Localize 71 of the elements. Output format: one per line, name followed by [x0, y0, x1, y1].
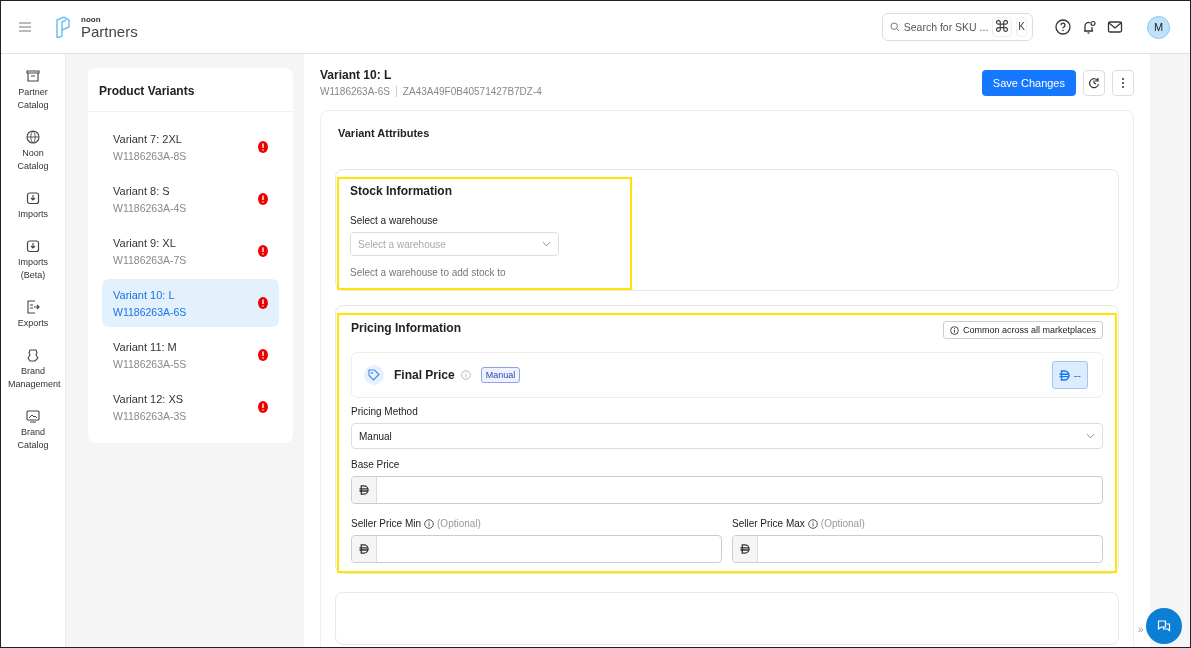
nav-icon[interactable] [26, 191, 40, 205]
optional-text: (Optional) [820, 518, 865, 529]
price-field[interactable] [351, 535, 722, 563]
sku-text: ZA43A49F0B40571427B7DZ-4 [395, 86, 542, 97]
nav-label[interactable]: Brand Catalog [8, 426, 58, 452]
mail-icon[interactable] [1107, 20, 1123, 34]
nav-icon[interactable] [26, 69, 40, 83]
variant-item[interactable]: Variant 8: S W1186263A-4S [102, 175, 279, 223]
avatar[interactable]: M [1147, 15, 1170, 39]
nav-label[interactable]: Noon Catalog [8, 147, 58, 173]
variant-item[interactable]: Variant 10: L W1186263A-6S [102, 279, 279, 327]
nav-label[interactable]: Imports (Beta) [8, 256, 58, 282]
variant-item[interactable]: Variant 9: XL W1186263A-7S [102, 227, 279, 275]
field-label: Seller Price Max [732, 518, 805, 529]
section-heading: Stock Information [350, 184, 453, 198]
panel-title: Product Variants [88, 68, 293, 112]
field-label: Base Price [351, 459, 401, 470]
tag-icon [364, 365, 384, 385]
nav-icon[interactable] [26, 348, 40, 362]
info-icon [424, 518, 435, 529]
nav-icon[interactable] [26, 239, 40, 253]
nav-label[interactable]: Exports [8, 317, 58, 330]
bell-icon[interactable] [1081, 19, 1097, 35]
search-field[interactable]: Search for SKU ... ⌘ K [881, 13, 1033, 41]
final-price-label: Final Price [394, 368, 455, 382]
info-icon [460, 370, 471, 380]
variant-title: Variant 10: L [320, 68, 393, 82]
more-icon [1121, 77, 1125, 89]
field-label: Select a warehouse [350, 215, 439, 226]
shortcut-key: ⌘ [992, 17, 1013, 37]
currency-icon [359, 485, 369, 495]
nav-icon[interactable] [26, 300, 40, 314]
chevron-icon [1086, 433, 1095, 439]
currency-icon [359, 544, 369, 554]
shortcut-key: K [1016, 17, 1027, 37]
history-icon [1088, 77, 1100, 89]
logo-small-text: noon [81, 15, 102, 24]
logo-text: Partners [81, 23, 138, 39]
price-text: -- [1073, 369, 1081, 381]
logo-icon [55, 16, 71, 38]
section-title: Variant Attributes [338, 127, 431, 139]
info-text: Common across all marketplaces [962, 325, 1096, 335]
chat-icon [1157, 619, 1171, 633]
nav-label[interactable]: Partner Catalog [8, 86, 58, 112]
pricing-method-select[interactable]: Manual [351, 423, 1103, 449]
price-field[interactable] [732, 535, 1103, 563]
currency-icon [1058, 369, 1070, 381]
help-text: Select a warehouse to add stock to [350, 267, 507, 278]
sku-text: W1186263A-6S [320, 86, 390, 97]
nav-icon[interactable] [26, 130, 40, 144]
variant-item[interactable]: Variant 11: M W1186263A-5S [102, 331, 279, 379]
base-price-field[interactable] [351, 476, 1103, 504]
method-badge: Manual [480, 367, 521, 383]
search-placeholder: Search for SKU ... [903, 21, 989, 33]
variant-item[interactable]: Variant 12: XS W1186263A-3S [102, 383, 279, 431]
optional-text: (Optional) [437, 518, 481, 529]
chevron-icon [542, 241, 551, 247]
info-icon [807, 518, 818, 529]
search-icon [889, 22, 900, 32]
field-label: Pricing Method [351, 406, 419, 417]
currency-icon [740, 544, 750, 554]
help-icon[interactable] [1055, 19, 1071, 35]
nav-label[interactable]: Imports [8, 208, 58, 221]
field-label: Seller Price Min [351, 518, 422, 529]
info-icon [949, 325, 959, 335]
history-button[interactable] [1083, 70, 1105, 96]
variant-item[interactable]: Variant 7: 2XL W1186263A-8S [102, 123, 279, 171]
section-heading: Pricing Information [351, 321, 461, 335]
chat-button[interactable] [1146, 608, 1182, 644]
nav-icon[interactable] [26, 409, 40, 423]
save-button[interactable]: Save Changes [981, 70, 1076, 96]
